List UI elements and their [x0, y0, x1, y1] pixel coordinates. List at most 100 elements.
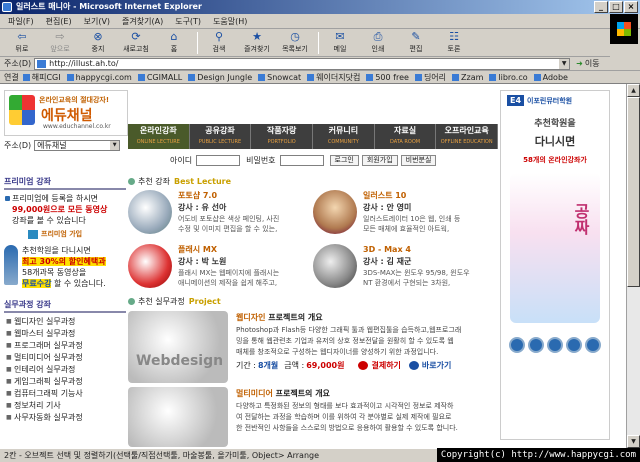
toolbar-label: 토론	[447, 45, 461, 53]
project-multimedia[interactable]: 멀티미디어 프로젝트의 개요 다양하고 특정화된 정보의 형태를 보다 효과적이…	[128, 387, 498, 447]
academy-promo[interactable]: 추천학원을 다니시면 최고 30%의 할인혜택과 58개과목 동영상을 무료수강…	[4, 245, 126, 289]
practice-item[interactable]: 인테리어 실무과정	[4, 364, 126, 376]
toolbar-label: 뒤로	[15, 45, 29, 53]
vertical-scrollbar[interactable]: ▲ ▼	[626, 84, 640, 448]
join-premium-button[interactable]: 프리미엄 가입	[28, 229, 126, 239]
lecture-card[interactable]: 3D - Max 4 강사 : 김 재군 3DS-MAX는 윈도우 95/98, 윈…	[313, 244, 498, 294]
join-button[interactable]: 회원가입	[361, 155, 398, 166]
lecture-card[interactable]: 일러스트 10 강사 : 안 영미 일러스트레이터 10은 웹, 인쇄 등 모든 매체…	[313, 190, 498, 240]
address-input[interactable]: http://illust.ah.to/ ▼	[34, 57, 571, 70]
forward-arrow-icon: ⇨	[55, 30, 65, 43]
maximize-button[interactable]: □	[609, 1, 623, 13]
menu-tools[interactable]: 도구(T)	[175, 16, 201, 27]
login-button[interactable]: 로그인	[329, 155, 359, 166]
lecture-teacher: 강사 : 김 재군	[363, 257, 412, 266]
practice-item[interactable]: 웹마스터 실무과정	[4, 328, 126, 340]
nav-tab-0[interactable]: 온라인강좌 ONLINE LECTURE	[128, 124, 190, 149]
link-item[interactable]: 딩어리	[414, 72, 446, 83]
toolbar-button-4[interactable]: ⌂ 홈	[156, 31, 192, 54]
lecture-desc: 수정 및 이미지 편집을 할 수 있는,	[178, 225, 278, 233]
practice-item[interactable]: 사무자동화 실무과정	[4, 412, 126, 424]
address-dropdown-icon[interactable]: ▼	[559, 58, 570, 69]
scroll-down-icon[interactable]: ▼	[627, 435, 640, 448]
toolbar-button-1[interactable]: ⇨ 앞으로	[42, 31, 78, 54]
close-button[interactable]: ×	[624, 1, 638, 13]
password-input[interactable]	[279, 155, 324, 166]
link-page-icon	[489, 73, 497, 81]
link-item[interactable]: 웨이더지닷컴	[307, 72, 360, 83]
practice-item[interactable]: 프로그래머 실무과정	[4, 340, 126, 352]
address-url: http://illust.ah.to/	[49, 58, 119, 68]
lecture-card[interactable]: 플래시 MX 강사 : 박 노원 플래시 MX는 웹페이지에 플래시는 애니메이션의 …	[128, 244, 313, 294]
menu-favorites[interactable]: 즐겨찾기(A)	[122, 16, 163, 27]
practice-header: 실무과정 강좌	[4, 299, 126, 313]
premium-header: 프리미엄 강좌	[4, 176, 126, 190]
id-input[interactable]	[196, 155, 241, 166]
link-item[interactable]: happycgi.com	[66, 73, 132, 82]
toolbar-button-11[interactable]: ☷ 토론	[436, 31, 472, 54]
nav-tab-1[interactable]: 공유강좌 PUBLIC LECTURE	[189, 124, 252, 149]
lecture-thumbnail	[313, 244, 357, 288]
ad-icon-row	[501, 337, 609, 353]
link-item[interactable]: libro.co	[489, 73, 528, 82]
link-page-icon	[188, 73, 196, 81]
project-webdesign[interactable]: Webdesign 웹디자인 프로젝트의 개요 Photoshop과 Flash…	[128, 311, 498, 383]
toolbar-button-8[interactable]: ✉ 메일	[322, 31, 358, 54]
go-button[interactable]: ➜ 이동	[576, 58, 599, 69]
minimize-button[interactable]: _	[594, 1, 608, 13]
ad-heading-1: 추천학원을	[534, 119, 576, 129]
site-logo[interactable]: 온라인교육의 절대강자! 에듀채널 www.educhannel.co.kr	[4, 90, 128, 136]
link-item[interactable]: Adobe	[533, 73, 568, 82]
link-item[interactable]: CGIMALL	[137, 73, 182, 82]
site-select[interactable]: 에듀채널	[34, 139, 121, 151]
school-name: 이포린뮤터학원	[527, 96, 573, 105]
link-item[interactable]: Snowcat	[258, 73, 301, 82]
link-item[interactable]: 500 free	[366, 73, 409, 82]
link-item[interactable]: Design Jungle	[188, 73, 252, 82]
nav-tab-2[interactable]: 작품자랑 PORTFOLIO	[251, 124, 314, 149]
toolbar-button-5[interactable]: ⚲ 검색	[201, 31, 237, 54]
link-item[interactable]: 해피CGI	[22, 72, 61, 83]
toolbar-button-9[interactable]: ⎙ 인쇄	[360, 31, 396, 54]
scroll-up-icon[interactable]: ▲	[627, 84, 640, 97]
promo-line-1: 추천학원을 다니시면	[22, 246, 91, 255]
pay-button[interactable]: 결제하기	[358, 360, 401, 371]
toolbar-button-7[interactable]: ◷ 목록보기	[277, 31, 313, 54]
lecture-card[interactable]: 포토샵 7.0 강사 : 유 선아 어도비 포토샵은 색상 페인팅, 사진 수정 및 …	[128, 190, 313, 240]
link-item[interactable]: Zzam	[452, 73, 483, 82]
goto-button[interactable]: 바로가기	[408, 360, 451, 371]
nav-tab-4[interactable]: 자료실 DATA ROOM	[374, 124, 437, 149]
practice-item[interactable]: 웹디자인 실무과정	[4, 316, 126, 328]
lecture-teacher: 강사 : 안 영미	[363, 203, 412, 212]
menu-help[interactable]: 도움말(H)	[213, 16, 247, 27]
ad-circle-icon	[528, 337, 544, 353]
toolbar-button-3[interactable]: ⟳ 새로고침	[118, 31, 154, 54]
home-icon: ⌂	[170, 30, 178, 43]
link-page-icon	[307, 73, 315, 81]
stop-icon: ⊗	[93, 30, 103, 43]
practice-item[interactable]: 멀티미디어 실무과정	[4, 352, 126, 364]
lecture-thumbnail	[128, 190, 172, 234]
menu-file[interactable]: 파일(F)	[8, 16, 34, 27]
practice-item[interactable]: 컴퓨터그래픽 기능사	[4, 388, 126, 400]
toolbar-button-2[interactable]: ⊗ 중지	[80, 31, 116, 54]
menu-view[interactable]: 보기(V)	[84, 16, 110, 27]
promo-line-2: 최고 30%의 할인혜택과	[22, 257, 106, 266]
academy-ad-banner[interactable]: E4 이포린뮤터학원 추천학원을 다니시면 58개의 온라인강좌가 공짜	[500, 90, 610, 440]
page-icon	[37, 59, 47, 68]
toolbar-label: 중지	[91, 45, 105, 53]
nav-tab-3[interactable]: 커뮤니티 COMMUNITY	[313, 124, 375, 149]
practice-item[interactable]: 정보처리 기사	[4, 400, 126, 412]
toolbar-button-0[interactable]: ⇦ 뒤로	[4, 31, 40, 54]
menu-bar: 파일(F) 편집(E) 보기(V) 즐겨찾기(A) 도구(T) 도움말(H)	[0, 14, 640, 29]
scroll-thumb[interactable]	[627, 97, 640, 287]
nav-tab-5[interactable]: 오프라인교육 OFFLINE EDUCATION	[436, 124, 499, 149]
rubik-cube-icon	[9, 95, 35, 125]
practice-item[interactable]: 게임그래픽 실무과정	[4, 376, 126, 388]
find-password-button[interactable]: 비번분실	[400, 155, 437, 166]
toolbar-button-10[interactable]: ✎ 편집	[398, 31, 434, 54]
password-label: 비밀번호	[246, 156, 276, 165]
menu-edit[interactable]: 편집(E)	[46, 16, 72, 27]
toolbar-button-6[interactable]: ★ 즐겨찾기	[239, 31, 275, 54]
section-dot-icon	[128, 298, 135, 305]
